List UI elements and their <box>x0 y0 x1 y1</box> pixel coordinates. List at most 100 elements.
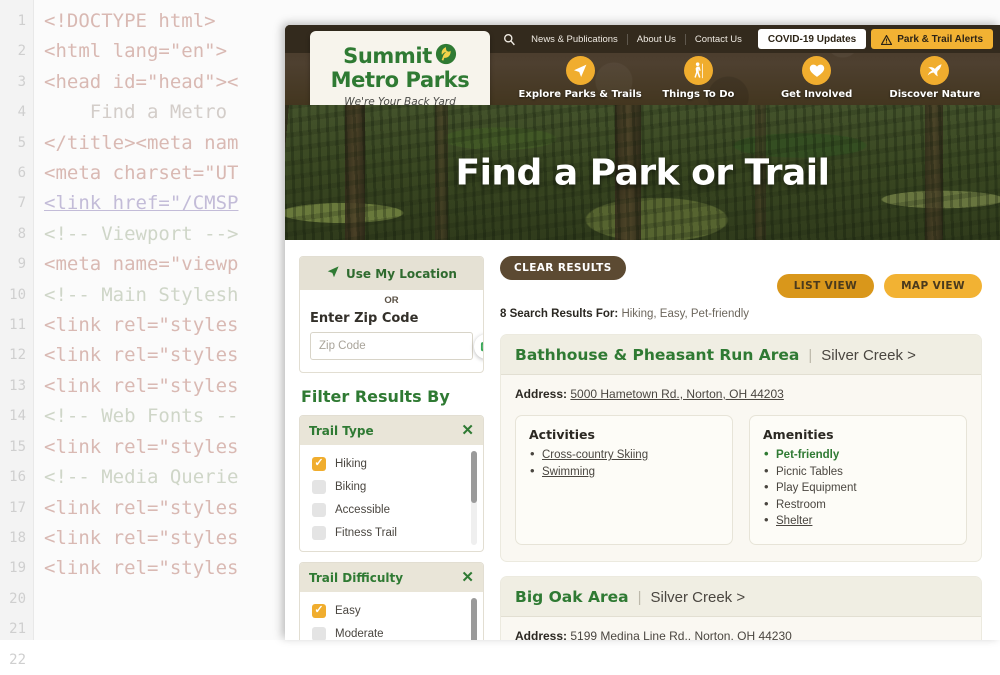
filter-group-title: Trail Difficulty <box>309 571 403 585</box>
result-separator: | <box>808 347 812 364</box>
main-navigation: Explore Parks & Trails Things To Do <box>515 53 1000 105</box>
results-panel: CLEAR RESULTS LIST VIEW MAP VIEW 8 Searc… <box>500 256 982 640</box>
result-name: Big Oak Area <box>515 588 629 606</box>
amenities-list: Pet-friendly Picnic Tables Play Equipmen… <box>763 447 953 530</box>
result-park-link[interactable]: Silver Creek > <box>650 589 745 606</box>
filter-options-trail-type: Hiking Biking Accessible Fitness Trail <box>300 445 483 551</box>
result-card: Bathhouse & Pheasant Run Area | Silver C… <box>500 334 982 562</box>
page-title: Find a Park or Trail <box>285 152 1000 193</box>
result-address: Address: 5199 Medina Line Rd., Norton, O… <box>501 617 981 641</box>
list-item[interactable]: Shelter <box>763 513 953 530</box>
clear-results-button[interactable]: CLEAR RESULTS <box>500 256 626 280</box>
list-view-button[interactable]: LIST VIEW <box>777 274 874 298</box>
list-item: Restroom <box>763 497 953 514</box>
filter-scrollbar-thumb[interactable] <box>471 598 477 640</box>
logo-tagline: We're Your Back Yard <box>344 96 456 106</box>
nav-item-get-involved[interactable]: Get Involved <box>761 56 873 100</box>
navigation-arrow-icon <box>326 265 340 282</box>
address-label: Address: <box>515 629 567 641</box>
nav-label-things-to-do: Things To Do <box>662 89 734 100</box>
result-card-header[interactable]: Big Oak Area | Silver Creek > <box>501 577 981 617</box>
list-item[interactable]: Swimming <box>529 464 719 481</box>
site-header: News & Publications About Us Contact Us … <box>285 25 1000 105</box>
location-box: Use My Location OR Enter Zip Code <box>299 256 484 373</box>
bird-icon <box>920 56 949 85</box>
checkbox-fitness-trail[interactable] <box>312 526 326 540</box>
logo-line-1: Summit <box>343 43 457 69</box>
utility-link-news[interactable]: News & Publications <box>522 34 628 45</box>
hero-banner: Find a Park or Trail <box>285 105 1000 240</box>
sidebar: Use My Location OR Enter Zip Code <box>299 256 484 640</box>
results-count-label: 8 Search Results For: <box>500 308 618 320</box>
filter-group-header-trail-type[interactable]: Trail Type ✕ <box>300 416 483 445</box>
results-count-filters: Hiking, Easy, Pet-friendly <box>621 308 749 320</box>
filter-option-label: Fitness Trail <box>335 527 397 539</box>
hiker-icon <box>684 56 713 85</box>
use-my-location-button[interactable]: Use My Location <box>300 257 483 290</box>
site-logo[interactable]: Summit Metro Parks We're Your Back Yard <box>310 31 490 105</box>
filter-option-label: Hiking <box>335 458 367 470</box>
zip-code-input[interactable] <box>310 332 473 360</box>
robot-extension-icon[interactable] <box>474 334 484 359</box>
filter-option-label: Moderate <box>335 628 384 640</box>
activity-link[interactable]: Cross-country Skiing <box>542 449 648 461</box>
filter-group-trail-type: Trail Type ✕ Hiking Biking <box>299 415 484 552</box>
amenities-box: Amenities Pet-friendly Picnic Tables Pla… <box>749 415 967 545</box>
search-icon[interactable] <box>496 33 522 46</box>
list-item[interactable]: Cross-country Skiing <box>529 447 719 464</box>
close-x-icon[interactable]: ✕ <box>461 570 474 585</box>
checkbox-biking[interactable] <box>312 480 326 494</box>
filter-option-label: Accessible <box>335 504 390 516</box>
list-item: Picnic Tables <box>763 464 953 481</box>
list-item: Pet-friendly <box>763 447 953 464</box>
checkbox-easy[interactable] <box>312 604 326 618</box>
checkbox-hiking[interactable] <box>312 457 326 471</box>
list-item: Play Equipment <box>763 480 953 497</box>
checkbox-accessible[interactable] <box>312 503 326 517</box>
utility-link-about[interactable]: About Us <box>628 34 686 45</box>
zip-code-label: Enter Zip Code <box>300 309 483 332</box>
browser-window: News & Publications About Us Contact Us … <box>285 25 1000 640</box>
result-card-header[interactable]: Bathhouse & Pheasant Run Area | Silver C… <box>501 335 981 375</box>
activities-list: Cross-country Skiing Swimming <box>529 447 719 480</box>
address-link[interactable]: 5000 Hametown Rd., Norton, OH 44203 <box>570 387 783 401</box>
result-detail-columns: Activities Cross-country Skiing Swimming… <box>501 405 981 561</box>
filter-group-header-trail-difficulty[interactable]: Trail Difficulty ✕ <box>300 563 483 592</box>
results-count: 8 Search Results For: Hiking, Easy, Pet-… <box>500 308 982 320</box>
checkbox-moderate[interactable] <box>312 627 326 641</box>
nav-item-things-to-do[interactable]: Things To Do <box>642 56 754 100</box>
view-toggle-group: LIST VIEW MAP VIEW <box>777 256 982 298</box>
map-view-button[interactable]: MAP VIEW <box>884 274 982 298</box>
filter-options-trail-difficulty: Easy Moderate <box>300 592 483 640</box>
address-link[interactable]: 5199 Medina Line Rd., Norton, OH 44230 <box>570 629 791 641</box>
filter-option-fitness-trail[interactable]: Fitness Trail <box>300 521 483 544</box>
or-divider-label: OR <box>300 290 483 309</box>
nav-item-explore-parks-trails[interactable]: Explore Parks & Trails <box>524 56 636 100</box>
covid-updates-button[interactable]: COVID-19 Updates <box>758 29 866 49</box>
heart-hands-icon <box>802 56 831 85</box>
filter-option-moderate[interactable]: Moderate <box>300 622 483 640</box>
nav-label-discover-nature: Discover Nature <box>889 89 980 100</box>
filter-option-accessible[interactable]: Accessible <box>300 498 483 521</box>
amenity-link[interactable]: Shelter <box>776 515 812 527</box>
page-body: Use My Location OR Enter Zip Code <box>285 240 1000 640</box>
filter-option-hiking[interactable]: Hiking <box>300 452 483 475</box>
nav-item-discover-nature[interactable]: Discover Nature <box>879 56 991 100</box>
filter-option-label: Biking <box>335 481 366 493</box>
park-trail-alerts-button[interactable]: Park & Trail Alerts <box>871 29 993 49</box>
alerts-label: Park & Trail Alerts <box>897 34 983 45</box>
filter-group-trail-difficulty: Trail Difficulty ✕ Easy Moderate <box>299 562 484 640</box>
filter-scrollbar-thumb[interactable] <box>471 451 477 503</box>
filter-option-biking[interactable]: Biking <box>300 475 483 498</box>
filter-option-easy[interactable]: Easy <box>300 599 483 622</box>
result-park-link[interactable]: Silver Creek > <box>821 347 916 364</box>
close-x-icon[interactable]: ✕ <box>461 423 474 438</box>
leaf-icon <box>435 43 457 69</box>
filter-group-title: Trail Type <box>309 424 374 438</box>
activity-link[interactable]: Swimming <box>542 466 595 478</box>
nav-label-explore: Explore Parks & Trails <box>519 89 642 100</box>
amenities-title: Amenities <box>763 427 953 442</box>
utility-link-contact[interactable]: Contact Us <box>686 34 751 45</box>
result-address: Address: 5000 Hametown Rd., Norton, OH 4… <box>501 375 981 405</box>
logo-line-2: Metro Parks <box>331 69 470 91</box>
